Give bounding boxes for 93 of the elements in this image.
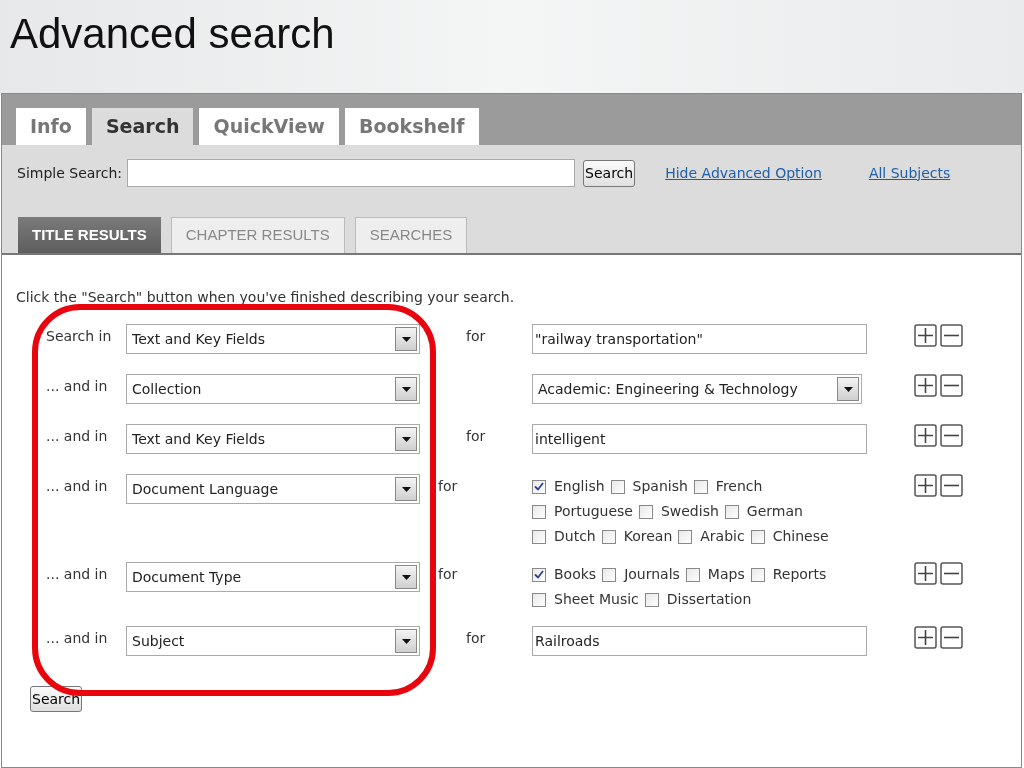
checkbox[interactable] bbox=[532, 592, 546, 607]
add-icon[interactable] bbox=[914, 374, 937, 397]
dropdown[interactable]: Text and Key Fields bbox=[126, 324, 420, 354]
add-icon[interactable] bbox=[914, 324, 937, 347]
result-tab[interactable]: TITLE RESULTS bbox=[18, 217, 161, 253]
caret-icon bbox=[843, 386, 853, 392]
add-icon[interactable] bbox=[914, 474, 937, 497]
caret-icon bbox=[401, 386, 411, 392]
checkbox[interactable] bbox=[601, 529, 616, 544]
checkbox[interactable] bbox=[678, 529, 693, 544]
checkbox[interactable] bbox=[750, 567, 765, 582]
caret-icon bbox=[401, 486, 411, 492]
for-label: for bbox=[466, 427, 486, 446]
input-field[interactable]: Railroads bbox=[532, 626, 867, 656]
checkbox[interactable] bbox=[685, 567, 700, 582]
dropdown-arrow-button[interactable] bbox=[837, 377, 859, 401]
row-label: ... and in bbox=[46, 565, 109, 584]
checkbox-label: French bbox=[715, 477, 763, 496]
simple-search-field[interactable] bbox=[127, 159, 576, 187]
row-label: ... and in bbox=[46, 427, 109, 446]
row-label: ... and in bbox=[46, 377, 109, 396]
checkbox[interactable] bbox=[750, 529, 765, 544]
checkbox-label: Sheet Music bbox=[554, 590, 639, 609]
search-button[interactable]: Search bbox=[583, 159, 636, 187]
add-icon[interactable] bbox=[914, 562, 937, 585]
dropdown-arrow-button[interactable] bbox=[395, 565, 417, 589]
tab[interactable]: Info bbox=[16, 108, 86, 145]
dropdown-arrow-button[interactable] bbox=[395, 427, 417, 451]
checkbox-label: Journals bbox=[624, 565, 680, 584]
slide-title: Advanced search bbox=[10, 9, 335, 59]
tab[interactable]: Search bbox=[91, 108, 194, 145]
caret-icon bbox=[401, 638, 411, 644]
caret-icon bbox=[401, 436, 411, 442]
row-label: Search in bbox=[46, 327, 113, 346]
checkbox[interactable] bbox=[532, 479, 546, 494]
checkbox[interactable] bbox=[638, 504, 653, 519]
dropdown[interactable]: Document Type bbox=[126, 562, 420, 592]
checkbox-label: English bbox=[554, 477, 605, 496]
checkbox-label: Swedish bbox=[660, 502, 719, 521]
checkbox[interactable] bbox=[693, 479, 708, 494]
checkmark-icon bbox=[534, 482, 544, 491]
for-label: for bbox=[438, 565, 458, 584]
caret-icon bbox=[401, 336, 411, 342]
remove-icon[interactable] bbox=[940, 626, 963, 649]
for-label: for bbox=[466, 629, 486, 648]
link[interactable]: Hide Advanced Option bbox=[665, 162, 822, 184]
tab[interactable]: QuickView bbox=[199, 108, 339, 145]
dropdown-arrow-button[interactable] bbox=[395, 629, 417, 653]
checkbox-label: Spanish bbox=[632, 477, 688, 496]
checkbox-label: German bbox=[746, 502, 803, 521]
checkbox-label: Arabic bbox=[700, 527, 745, 546]
checkbox[interactable] bbox=[602, 567, 617, 582]
dropdown-arrow-button[interactable] bbox=[395, 327, 417, 351]
for-label: for bbox=[438, 477, 458, 496]
checkbox-label: Korean bbox=[623, 527, 673, 546]
checkbox-label: Chinese bbox=[772, 527, 829, 546]
checkbox[interactable] bbox=[532, 504, 546, 519]
for-label: for bbox=[466, 327, 486, 346]
input-field[interactable]: intelligent bbox=[532, 424, 867, 454]
link[interactable]: All Subjects bbox=[868, 162, 951, 184]
checkbox-label: Maps bbox=[707, 565, 745, 584]
dropdown[interactable]: Collection bbox=[126, 374, 420, 404]
checkbox-label: Dissertation bbox=[666, 590, 752, 609]
dropdown[interactable]: Document Language bbox=[126, 474, 420, 504]
dropdown[interactable]: Subject bbox=[126, 626, 420, 656]
checkbox[interactable] bbox=[644, 592, 659, 607]
checkbox-label: Books bbox=[554, 565, 597, 584]
add-icon[interactable] bbox=[914, 424, 937, 447]
checkbox-label: Portuguese bbox=[554, 502, 633, 521]
remove-icon[interactable] bbox=[940, 374, 963, 397]
dropdown[interactable]: Academic: Engineering & Technology bbox=[532, 374, 862, 404]
row-label: ... and in bbox=[46, 477, 109, 496]
add-icon[interactable] bbox=[914, 626, 937, 649]
checkbox[interactable] bbox=[532, 567, 546, 582]
input-field[interactable]: "railway transportation" bbox=[532, 324, 867, 354]
remove-icon[interactable] bbox=[940, 562, 963, 585]
checkbox[interactable] bbox=[532, 529, 546, 544]
remove-icon[interactable] bbox=[940, 324, 963, 347]
tab[interactable]: Bookshelf bbox=[344, 108, 479, 145]
dropdown-arrow-button[interactable] bbox=[395, 477, 417, 501]
checkbox-label: Dutch bbox=[554, 527, 596, 546]
remove-icon[interactable] bbox=[940, 424, 963, 447]
caret-icon bbox=[401, 574, 411, 580]
dropdown[interactable]: Text and Key Fields bbox=[126, 424, 420, 454]
checkbox[interactable] bbox=[724, 504, 739, 519]
checkbox-label: Reports bbox=[772, 565, 827, 584]
remove-icon[interactable] bbox=[940, 474, 963, 497]
checkbox[interactable] bbox=[610, 479, 625, 494]
checkmark-icon bbox=[534, 570, 544, 579]
dropdown-arrow-button[interactable] bbox=[395, 377, 417, 401]
instruction-text: Click the "Search" button when you've finished describing your search. bbox=[16, 288, 516, 307]
simple-search-label: Simple Search: bbox=[17, 163, 123, 183]
row-label: ... and in bbox=[46, 629, 109, 648]
